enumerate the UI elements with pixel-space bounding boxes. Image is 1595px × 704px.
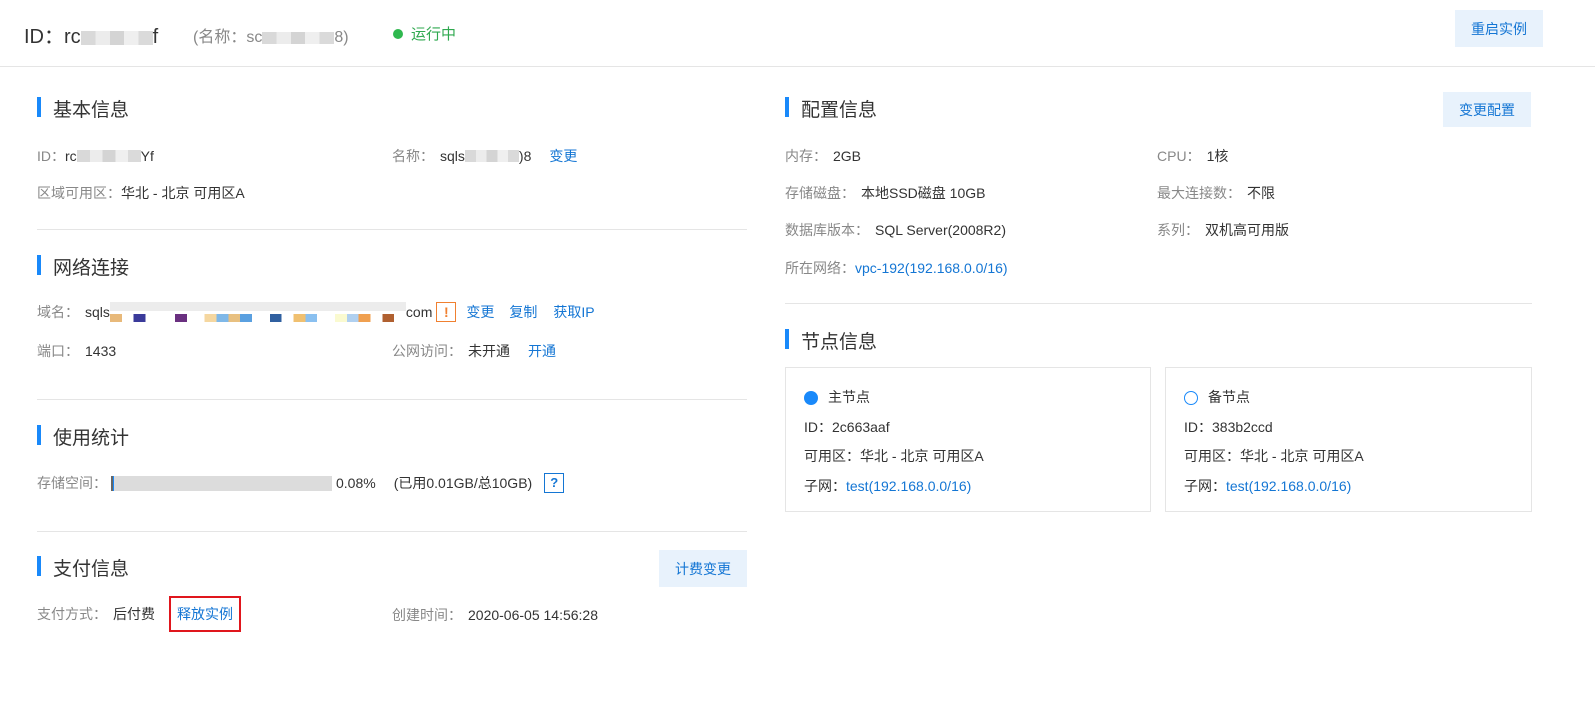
radio-empty-icon[interactable] [1184, 391, 1198, 406]
domain-change-link[interactable]: 变更 [466, 302, 494, 322]
divider [785, 303, 1532, 304]
masked-text [109, 302, 406, 322]
storage-row: 存储空间： 0.08% (已用0.01GB/总10GB) ? [37, 473, 565, 493]
basic-zone-row: 区域可用区： 华北 - 北京 可用区A [37, 185, 245, 201]
instance-id-title: ID：rc f [24, 26, 159, 48]
payment-method-row: 支付方式： 后付费 释放实例 [37, 596, 241, 632]
port-row: 端口： 1433 [37, 343, 117, 359]
masked-text [464, 150, 519, 162]
masked-text [262, 31, 335, 44]
basic-id-row: ID： rc Yf [37, 148, 154, 164]
domain-copy-link[interactable]: 复制 [509, 302, 537, 322]
disk-row: 存储磁盘： 本地SSD磁盘 10GB [785, 185, 986, 201]
standby-subnet-link[interactable]: test(192.168.0.0/16) [1226, 478, 1351, 494]
max-connections-row: 最大连接数： 不限 [1157, 185, 1275, 201]
config-title: 配置信息 [785, 95, 877, 122]
primary-subnet-link[interactable]: test(192.168.0.0/16) [846, 478, 971, 494]
get-ip-link[interactable]: 获取IP [553, 302, 594, 322]
primary-node-subnet: 子网：test(192.168.0.0/16) [804, 478, 972, 494]
divider [37, 531, 747, 532]
warning-icon[interactable]: ! [436, 302, 457, 322]
standby-node-subnet: 子网：test(192.168.0.0/16) [1184, 478, 1352, 494]
standby-node-id: ID：383b2ccd [1184, 419, 1273, 435]
masked-text [76, 150, 141, 162]
standby-node-label-row: 备节点 [1184, 387, 1250, 407]
usage-title: 使用统计 [37, 423, 129, 450]
primary-node-card: 主节点 ID：2c663aaf 可用区：华北 - 北京 可用区A 子网：test… [785, 367, 1151, 512]
storage-progress-bar [111, 475, 332, 491]
nodes-title: 节点信息 [785, 327, 877, 354]
storage-detail: (已用0.01GB/总10GB) [393, 475, 533, 491]
change-config-button[interactable]: 变更配置 [1443, 92, 1531, 127]
primary-node-zone: 可用区：华北 - 北京 可用区A [804, 448, 984, 464]
basic-name-row: 名称： sqls)8 变更 [392, 146, 578, 166]
public-access-row: 公网访问： 未开通 开通 [392, 341, 556, 361]
status-dot-icon [393, 28, 403, 39]
radio-filled-icon[interactable] [804, 391, 818, 406]
primary-node-id: ID：2c663aaf [804, 419, 890, 435]
domain-row: 域名： sqls com ! 变更 复制 获取IP [37, 302, 595, 322]
status-badge: 运行中 [393, 23, 456, 44]
public-open-link[interactable]: 开通 [528, 341, 556, 361]
series-row: 系列： 双机高可用版 [1157, 222, 1289, 238]
network-title: 网络连接 [37, 253, 129, 280]
primary-node-label-row: 主节点 [804, 387, 870, 407]
basic-info-title: 基本信息 [37, 95, 129, 122]
cpu-row: CPU： 1核 [1157, 148, 1229, 164]
storage-percent: 0.08% [336, 475, 376, 491]
standby-node-card: 备节点 ID：383b2ccd 可用区：华北 - 北京 可用区A 子网：test… [1165, 367, 1532, 512]
divider [37, 229, 747, 230]
payment-title: 支付信息 [37, 554, 129, 581]
divider [37, 399, 747, 400]
restart-instance-button[interactable]: 重启实例 [1455, 10, 1543, 47]
release-instance-link[interactable]: 释放实例 [177, 606, 233, 622]
name-change-link[interactable]: 变更 [549, 146, 577, 166]
masked-text [80, 30, 153, 45]
instance-header: ID：rc f (名称：sc 8) 运行中 重启实例 [0, 0, 1595, 67]
billing-change-button[interactable]: 计费变更 [659, 550, 747, 587]
help-icon[interactable]: ? [544, 473, 565, 493]
release-highlight: 释放实例 [169, 596, 241, 632]
created-time-row: 创建时间： 2020-06-05 14:56:28 [392, 607, 598, 623]
vpc-link[interactable]: vpc-192(192.168.0.0/16) [855, 260, 1008, 276]
standby-node-zone: 可用区：华北 - 北京 可用区A [1184, 448, 1364, 464]
vpc-row: 所在网络： vpc-192(192.168.0.0/16) [785, 260, 1008, 276]
memory-row: 内存： 2GB [785, 148, 862, 164]
instance-name-title: (名称：sc 8) [193, 29, 349, 46]
db-version-row: 数据库版本： SQL Server(2008R2) [785, 222, 1006, 238]
